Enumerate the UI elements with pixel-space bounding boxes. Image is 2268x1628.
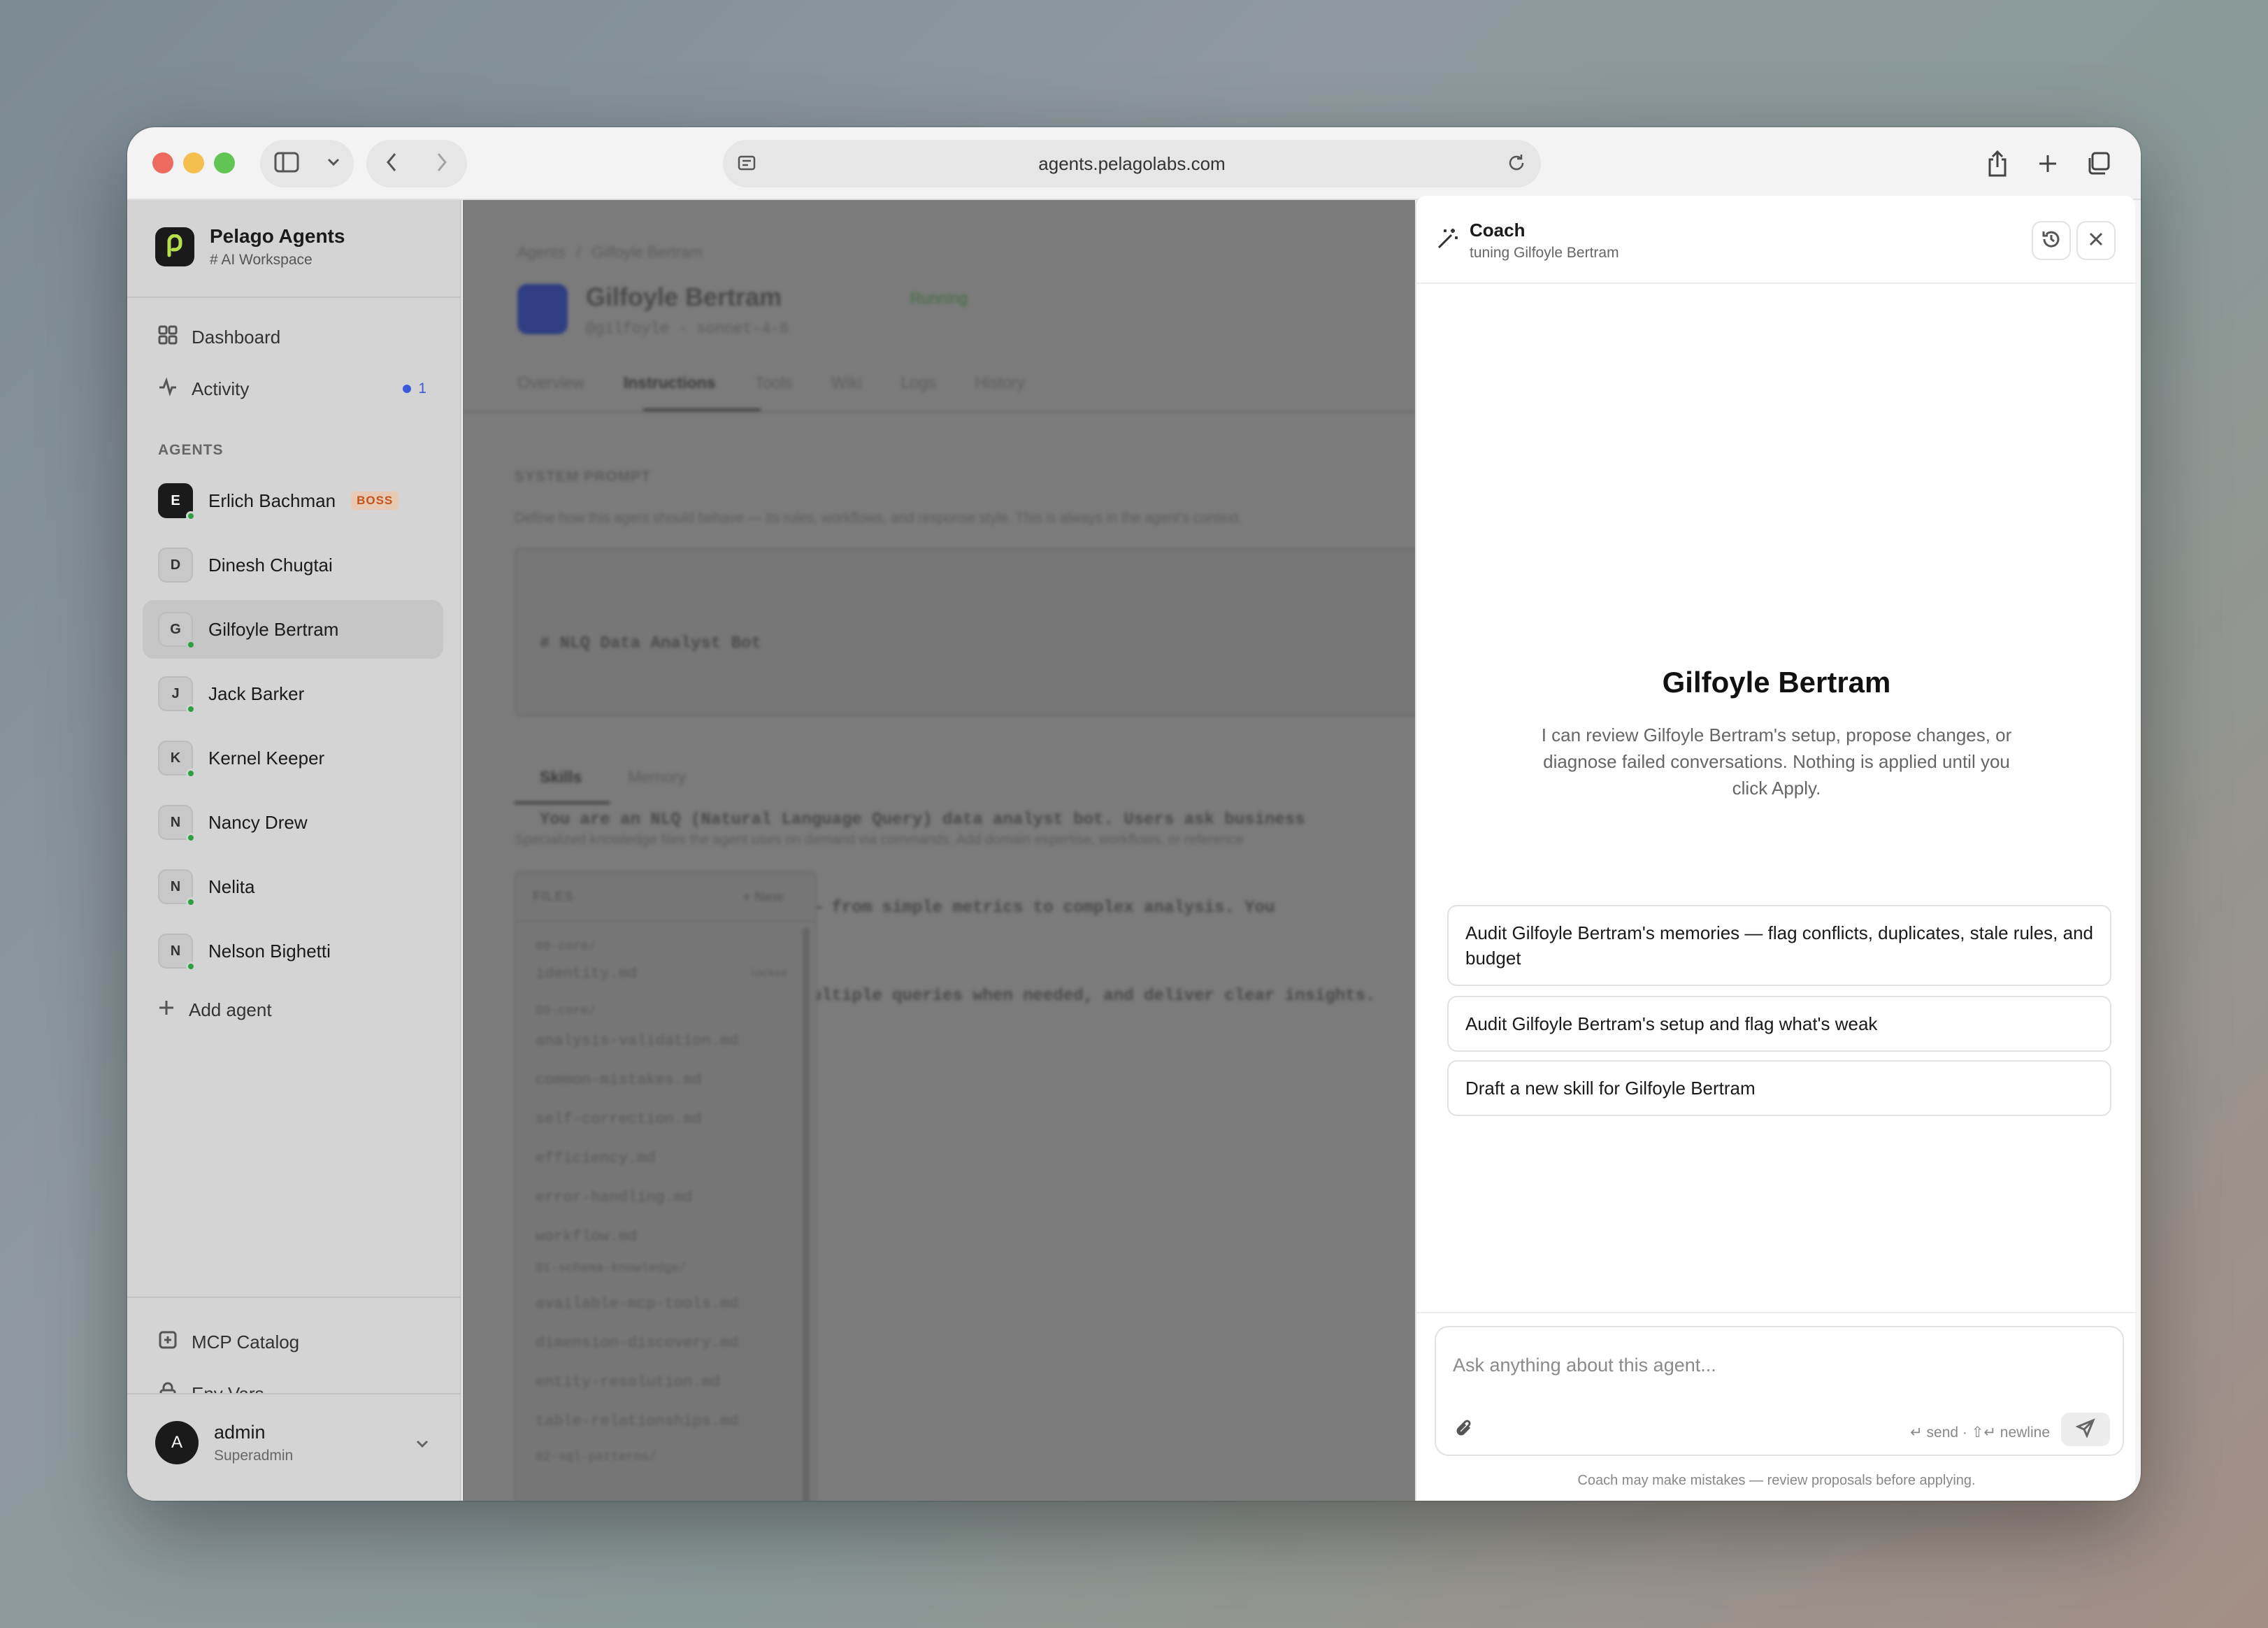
history-icon [2041, 229, 2062, 253]
agent-name: Kernel Keeper [208, 747, 325, 769]
close-icon [2088, 231, 2104, 251]
avatar: D [158, 548, 193, 583]
coach-subtitle: tuning Gilfoyle Bertram [1470, 245, 1619, 261]
history-nav-group [366, 140, 467, 187]
online-status-dot [186, 897, 196, 907]
avatar: E [158, 483, 196, 521]
agent-name: Dinesh Chugtai [208, 554, 333, 576]
activity-badge: 1 [418, 380, 426, 397]
online-status-dot [186, 511, 196, 521]
coach-message-input[interactable] [1453, 1344, 2103, 1386]
suggestion-audit-memories[interactable]: Audit Gilfoyle Bertram's memories — flag… [1447, 905, 2111, 986]
keyboard-hint: ↵ send · ⇧↵ newline [1910, 1424, 2050, 1441]
nav-activity[interactable]: Activity 1 [143, 364, 443, 414]
avatar: N [158, 869, 196, 907]
online-status-dot [186, 704, 196, 714]
coach-close-button[interactable] [2076, 221, 2116, 260]
user-name: admin [214, 1421, 266, 1443]
send-icon [2075, 1418, 2095, 1441]
plus-icon [158, 999, 175, 1021]
online-status-dot [186, 962, 196, 971]
forward-arrow-icon[interactable] [435, 151, 449, 177]
sidebar-agent-erlich-bachman[interactable]: E Erlich Bachman BOSS [143, 471, 443, 530]
sidebar-agent-gilfoyle-bertram[interactable]: G Gilfoyle Bertram [143, 600, 443, 659]
nav-dashboard[interactable]: Dashboard [143, 312, 443, 362]
agent-name: Nancy Drew [208, 811, 308, 833]
coach-panel: Coach tuning Gilfoyle Bertram Gilfoyle B… [1415, 196, 2137, 1501]
coach-disclaimer: Coach may make mistakes — review proposa… [1577, 1473, 1976, 1488]
page-settings-icon[interactable] [737, 154, 756, 178]
user-avatar: A [155, 1421, 199, 1464]
agent-name: Jack Barker [208, 683, 305, 704]
minimize-window-button[interactable] [183, 152, 204, 173]
online-status-dot [186, 833, 196, 843]
agent-name: Nelita [208, 876, 255, 897]
avatar: N [158, 805, 196, 843]
nav-mcp-catalog[interactable]: MCP Catalog [143, 1317, 443, 1367]
nav-label: Dashboard [192, 326, 281, 348]
agent-name: Nelson Bighetti [208, 940, 331, 962]
sidebar-toggle-group [260, 140, 354, 187]
unread-dot [403, 385, 412, 393]
coach-title: Coach [1470, 220, 1526, 241]
divider [1416, 1312, 2137, 1313]
back-arrow-icon[interactable] [385, 151, 399, 177]
send-button[interactable] [2061, 1413, 2110, 1446]
online-status-dot [186, 769, 196, 778]
divider [127, 297, 461, 298]
coach-composer: ↵ send · ⇧↵ newline [1435, 1326, 2124, 1456]
pelago-logo-icon [155, 227, 194, 266]
agent-name: Erlich Bachman [208, 490, 336, 511]
tab-overview-icon[interactable] [2078, 140, 2118, 187]
nav-label: Activity [192, 378, 250, 399]
suggestion-audit-setup[interactable]: Audit Gilfoyle Bertram's setup and flag … [1447, 996, 2111, 1052]
share-icon[interactable] [1977, 140, 2018, 187]
nav-label: MCP Catalog [192, 1331, 300, 1352]
add-agent-button[interactable]: Add agent [143, 985, 443, 1035]
reload-icon[interactable] [1506, 152, 1527, 178]
zoom-window-button[interactable] [214, 152, 235, 173]
new-tab-icon[interactable] [2027, 140, 2068, 187]
add-agent-label: Add agent [189, 999, 272, 1020]
workspace-name: # AI Workspace [210, 252, 313, 268]
paperclip-icon[interactable] [1454, 1418, 1474, 1443]
coach-history-button[interactable] [2032, 221, 2071, 260]
brand-name: Pelago Agents [210, 225, 345, 247]
close-window-button[interactable] [152, 152, 173, 173]
sidebar-toggle-icon[interactable] [274, 152, 299, 176]
sidebar-agent-kernel-keeper[interactable]: K Kernel Keeper [143, 729, 443, 787]
sidebar-agent-nancy-drew[interactable]: N Nancy Drew [143, 793, 443, 852]
activity-icon [158, 376, 178, 401]
divider [127, 1297, 461, 1298]
avatar: J [158, 676, 196, 714]
agent-name: Gilfoyle Bertram [208, 618, 339, 640]
user-role: Superadmin [214, 1447, 294, 1464]
grid-icon [158, 325, 178, 350]
agents-section-label: AGENTS [158, 442, 224, 458]
brand[interactable]: Pelago Agents # AI Workspace [155, 225, 345, 269]
sidebar-agent-nelita[interactable]: N Nelita [143, 857, 443, 916]
browser-toolbar: agents.pelagolabs.com [127, 127, 2141, 200]
sidebar-agent-dinesh-chugtai[interactable]: D Dinesh Chugtai [143, 536, 443, 594]
avatar: G [158, 612, 196, 650]
sidebar-agent-nelson-bighetti[interactable]: N Nelson Bighetti [143, 922, 443, 980]
sidebar-agent-jack-barker[interactable]: J Jack Barker [143, 664, 443, 723]
avatar: K [158, 741, 196, 778]
magic-wand-icon [1436, 227, 1460, 254]
address-bar[interactable]: agents.pelagolabs.com [723, 140, 1541, 187]
coach-header: Coach tuning Gilfoyle Bertram [1416, 196, 2137, 284]
suggestion-draft-skill[interactable]: Draft a new skill for Gilfoyle Bertram [1447, 1060, 2111, 1116]
plus-square-icon [158, 1330, 178, 1355]
coach-description: I can review Gilfoyle Bertram's setup, p… [1541, 724, 2012, 799]
toolbar-actions [1977, 140, 2118, 187]
coach-agent-heading: Gilfoyle Bertram [1662, 666, 1891, 699]
boss-badge: BOSS [351, 492, 399, 510]
url-text: agents.pelagolabs.com [1038, 152, 1226, 174]
chevron-down-icon[interactable] [326, 157, 340, 171]
app-sidebar: Pelago Agents # AI Workspace Dashboard A… [127, 200, 461, 1501]
user-menu[interactable]: A admin Superadmin [155, 1421, 293, 1464]
online-status-dot [186, 640, 196, 650]
avatar: N [158, 934, 196, 971]
